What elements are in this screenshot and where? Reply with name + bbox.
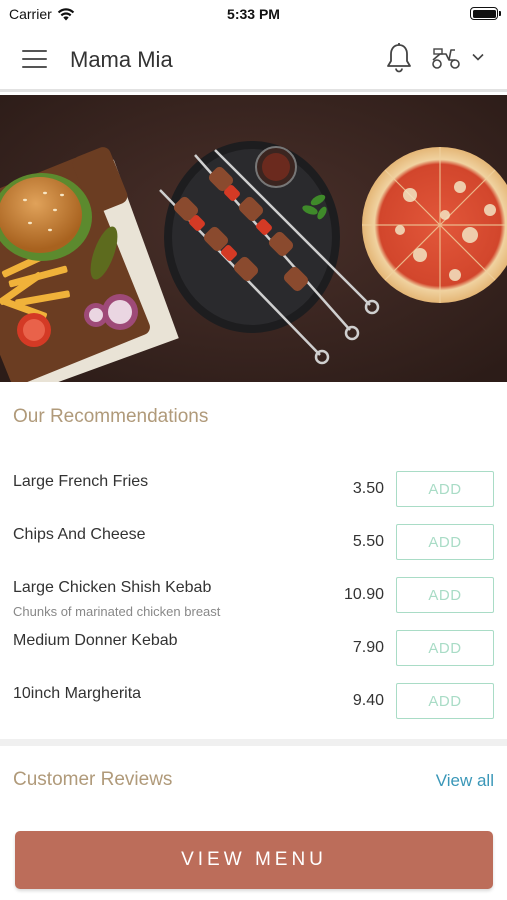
view-menu-button[interactable]: VIEW MENU [15,831,493,889]
bell-icon[interactable] [385,42,413,74]
item-description: Chunks of marinated chicken breast [13,604,221,619]
list-item: Large Chicken Shish Kebab Chunks of mari… [0,568,507,621]
app-header: Mama Mia [0,28,507,92]
list-item: Large French Fries 3.50 ADD [0,462,507,515]
status-bar: Carrier 5:33 PM [0,0,507,28]
menu-icon[interactable] [22,50,47,68]
section-divider [0,739,507,746]
list-item: Medium Donner Kebab 7.90 ADD [0,621,507,674]
view-all-link[interactable]: View all [436,771,494,791]
hero-banner [0,95,507,382]
add-button[interactable]: ADD [396,524,494,560]
item-name: Medium Donner Kebab [13,632,178,649]
add-button[interactable]: ADD [396,577,494,613]
reviews-title: Customer Reviews [13,769,173,790]
add-button[interactable]: ADD [396,471,494,507]
item-price: 3.50 [352,480,384,497]
item-price: 9.40 [352,692,384,709]
battery-icon [470,7,501,20]
item-name: Chips And Cheese [13,526,146,543]
item-price: 10.90 [343,586,384,603]
status-time: 5:33 PM [227,6,280,22]
food-banner-image [0,95,507,382]
chevron-down-icon[interactable] [471,52,485,62]
item-name: 10inch Margherita [13,685,142,702]
recommendations-title: Our Recommendations [13,406,209,427]
item-price: 7.90 [352,639,384,656]
item-name: Large Chicken Shish Kebab [13,579,212,596]
list-item: Chips And Cheese 5.50 ADD [0,515,507,568]
page-title: Mama Mia [70,47,173,72]
list-item: 10inch Margherita 9.40 ADD [0,674,507,727]
recommendations-list: Large French Fries 3.50 ADD Chips And Ch… [0,462,507,727]
item-name: Large French Fries [13,473,149,490]
add-button[interactable]: ADD [396,630,494,666]
item-price: 5.50 [352,533,384,550]
add-button[interactable]: ADD [396,683,494,719]
delivery-scooter-icon[interactable] [430,46,462,70]
